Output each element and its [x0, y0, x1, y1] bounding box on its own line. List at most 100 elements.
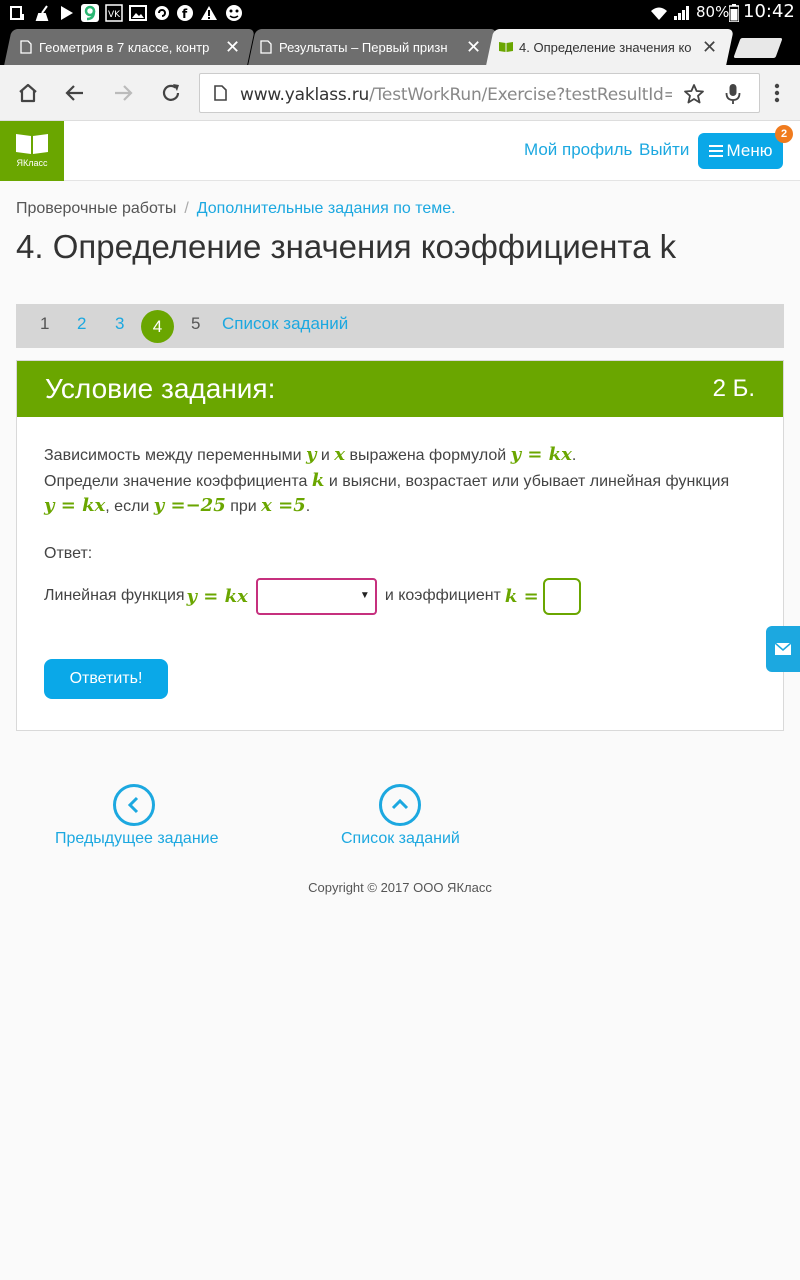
pager-item-5[interactable]: 5: [191, 314, 200, 334]
pager-item-2[interactable]: 2: [77, 314, 86, 334]
back-arrow-icon[interactable]: [60, 78, 90, 108]
answer-text: и коэффициент: [384, 587, 501, 604]
menu-label: Меню: [726, 141, 773, 160]
menu-button[interactable]: Меню: [698, 133, 783, 169]
math-formula: y = kx: [44, 495, 106, 516]
address-bar[interactable]: www.yaklass.ru/TestWorkRun/Exercise?test…: [199, 73, 760, 113]
wifi-icon: [649, 4, 669, 21]
yaklass-favicon-icon: [499, 42, 513, 52]
envelope-icon: [774, 642, 792, 655]
chevron-up-icon[interactable]: [379, 784, 421, 826]
answer-text: Линейная функция: [44, 587, 185, 604]
math-k: k: [311, 470, 325, 491]
tab-close-icon[interactable]: ✕: [466, 38, 481, 56]
task-text: , если: [105, 498, 154, 515]
logout-link[interactable]: Выйти: [639, 140, 689, 160]
facebook-icon: f: [175, 4, 195, 21]
page-icon: [20, 40, 32, 54]
reload-icon[interactable]: [156, 78, 186, 108]
task-text-line-1: Зависимость между переменными y и x выра…: [44, 444, 576, 465]
task-text: выражена формулой: [345, 447, 511, 464]
task-text: при: [225, 498, 262, 515]
bookmark-star-icon[interactable]: [683, 83, 705, 110]
task-card: Условие задания: 2 Б. Зависимость между …: [16, 360, 784, 731]
task-list-link[interactable]: Список заданий: [341, 830, 460, 848]
tab-title: Геометрия в 7 классе, контр: [39, 39, 210, 55]
answer-row: Линейная функция y = kx ▼ и коэффициент …: [44, 577, 581, 615]
page-info-icon[interactable]: [214, 85, 227, 106]
tab-title: Результаты – Первый призн: [279, 39, 448, 55]
status-bar: VK f 80% 10:42: [0, 0, 800, 25]
answer-label: Ответ:: [44, 545, 93, 562]
battery-percent: 80%: [696, 3, 730, 21]
math-y-value: y =−25: [153, 495, 226, 516]
breadcrumb-separator: /: [184, 200, 189, 217]
tab-title: 4. Определение значения ко: [519, 39, 692, 55]
yaklass-logo[interactable]: ЯКласс: [0, 121, 64, 181]
home-icon[interactable]: [13, 78, 43, 108]
url-host: www.yaklass.ru: [240, 85, 370, 105]
play-icon: [58, 4, 76, 21]
page-title: 4. Определение значения коэффициента k: [16, 228, 677, 265]
dropdown-arrow-icon: ▼: [359, 589, 370, 601]
chevron-left-icon[interactable]: [113, 784, 155, 826]
tab-geometry[interactable]: Геометрия в 7 классе, контр: [20, 29, 242, 65]
new-tab-button[interactable]: [733, 38, 783, 58]
image-icon: [128, 4, 148, 21]
math-formula: y = kx: [186, 585, 248, 607]
url-text[interactable]: www.yaklass.ru/TestWorkRun/Exercise?test…: [240, 85, 672, 105]
profile-link[interactable]: Мой профиль: [524, 140, 632, 160]
task-text-line-2: Определи значение коэффициента k и выясн…: [44, 470, 729, 491]
pager-item-3[interactable]: 3: [115, 314, 124, 334]
breadcrumb-root[interactable]: Проверочные работы: [16, 200, 176, 217]
svg-text:f: f: [182, 7, 188, 21]
breadcrumb: Проверочные работы / Дополнительные задани…: [16, 200, 456, 218]
task-text: .: [305, 498, 311, 515]
hamburger-icon: [708, 145, 723, 157]
page-icon: [260, 40, 272, 54]
copyright: Copyright © 2017 ООО ЯКласс: [308, 880, 492, 895]
task-text: Зависимость между переменными: [44, 447, 306, 464]
task-header: Условие задания: 2 Б.: [17, 361, 783, 417]
coefficient-input[interactable]: [542, 577, 581, 615]
overflow-menu-icon[interactable]: [762, 78, 792, 108]
task-pager: 1 2 3 5 Список заданий: [16, 304, 784, 348]
battery-icon: [728, 3, 740, 22]
signal-icon: [672, 4, 692, 21]
vk-app-icon: VK: [104, 3, 124, 22]
tab-close-icon[interactable]: ✕: [702, 38, 717, 56]
previous-task-link[interactable]: Предыдущее задание: [55, 830, 218, 848]
site-header: ЯКласс Мой профиль Выйти Меню: [0, 121, 800, 181]
math-x: x: [334, 444, 345, 465]
task-text: Определи значение коэффициента: [44, 473, 312, 490]
sync-icon: [152, 4, 172, 21]
pager-task-list-link[interactable]: Список заданий: [222, 314, 348, 334]
tab-results[interactable]: Результаты – Первый призн: [260, 29, 460, 65]
task-text-line-3: y = kx, если y =−25 при x =5.: [44, 495, 310, 516]
notification-icon: [8, 4, 26, 21]
task-text: и: [316, 447, 335, 464]
task-heading: Условие задания:: [45, 373, 276, 404]
broom-icon: [34, 4, 52, 21]
warning-icon: [199, 4, 219, 21]
svg-text:VK: VK: [108, 10, 121, 20]
forward-arrow-icon[interactable]: [108, 78, 138, 108]
breadcrumb-current[interactable]: Дополнительные задания по теме.: [197, 200, 456, 217]
task-points: 2 Б.: [712, 375, 755, 402]
math-k-equals: k =: [504, 585, 539, 607]
menu-notification-badge: 2: [775, 125, 793, 143]
microphone-icon[interactable]: [725, 83, 741, 110]
math-formula: y = kx: [510, 444, 572, 465]
pager-item-current[interactable]: 4: [141, 310, 174, 343]
tab-current-exercise[interactable]: 4. Определение значения ко: [498, 29, 694, 65]
submit-answer-button[interactable]: Ответить!: [44, 659, 168, 699]
function-behavior-select[interactable]: ▼: [255, 577, 377, 615]
tab-close-icon[interactable]: ✕: [225, 38, 240, 56]
task-text: .: [571, 447, 577, 464]
logo-label: ЯКласс: [16, 158, 48, 168]
book-icon: [16, 134, 48, 154]
nine-app-icon: [80, 3, 100, 22]
sticker-icon: [223, 4, 245, 21]
pager-item-1[interactable]: 1: [40, 314, 49, 334]
feedback-button[interactable]: [766, 626, 800, 672]
